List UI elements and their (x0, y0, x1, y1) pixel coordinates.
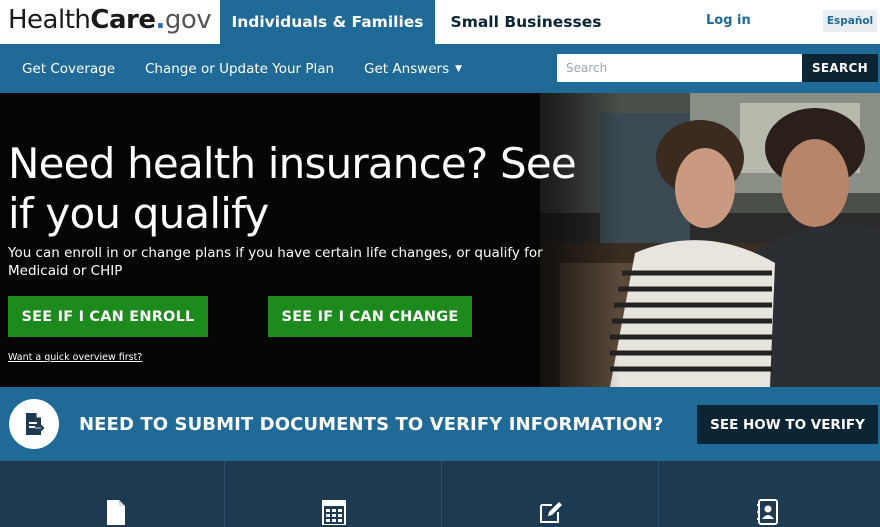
language-espanol-button[interactable]: Español (823, 10, 877, 32)
caret-down-icon: ▼ (455, 64, 463, 74)
verify-banner-text: NEED TO SUBMIT DOCUMENTS TO VERIFY INFOR… (79, 414, 664, 435)
see-if-i-can-enroll-button[interactable]: SEE IF I CAN ENROLL (8, 296, 208, 337)
see-how-to-verify-button[interactable]: SEE HOW TO VERIFY (697, 405, 878, 444)
hero-title: Need health insurance? See if you qualif… (8, 139, 577, 238)
nav-get-coverage-label: Get Coverage (22, 61, 116, 77)
nav-get-coverage[interactable]: Get Coverage (22, 61, 115, 77)
nav-get-answers[interactable]: Get Answers ▼ (364, 61, 462, 77)
nav-change-update-plan-label: Change or Update Your Plan (145, 61, 335, 77)
hero-banner: Need health insurance? See if you qualif… (0, 93, 880, 387)
search-input[interactable] (557, 54, 802, 82)
verify-documents-banner: NEED TO SUBMIT DOCUMENTS TO VERIFY INFOR… (0, 387, 880, 461)
verify-icon-circle (9, 399, 59, 449)
search-button[interactable]: SEARCH (802, 54, 878, 82)
logo-health: Health (8, 5, 91, 35)
document-icon (107, 500, 125, 525)
hero-subtitle: You can enroll in or change plans if you… (8, 245, 543, 279)
logo-care: Care (90, 5, 156, 35)
see-if-i-can-change-button[interactable]: SEE IF I CAN CHANGE (268, 296, 472, 337)
tab-individuals-families[interactable]: Individuals & Families (220, 0, 435, 44)
healthcare-gov-logo[interactable]: HealthCare.gov (8, 5, 212, 35)
quick-links-band (0, 461, 880, 527)
logo-gov: gov (164, 5, 212, 35)
calendar-icon (321, 500, 346, 525)
document-arrow-icon (26, 413, 45, 435)
contact-book-icon (756, 499, 778, 525)
hero-photo-fade (480, 93, 620, 387)
quick-link-contacts[interactable] (658, 461, 876, 527)
tab-small-businesses[interactable]: Small Businesses (440, 0, 612, 44)
nav-change-update-plan[interactable]: Change or Update Your Plan (145, 61, 334, 77)
edit-icon (539, 502, 562, 523)
quick-link-document[interactable] (7, 461, 225, 527)
login-link[interactable]: Log in (706, 13, 751, 28)
top-bar: HealthCare.gov Individuals & Families Sm… (0, 0, 880, 44)
quick-overview-link[interactable]: Want a quick overview first? (8, 352, 142, 363)
logo-dot: . (155, 5, 165, 35)
nav-get-answers-label: Get Answers (364, 61, 450, 77)
quick-link-calendar[interactable] (224, 461, 442, 527)
quick-link-edit[interactable] (441, 461, 659, 527)
